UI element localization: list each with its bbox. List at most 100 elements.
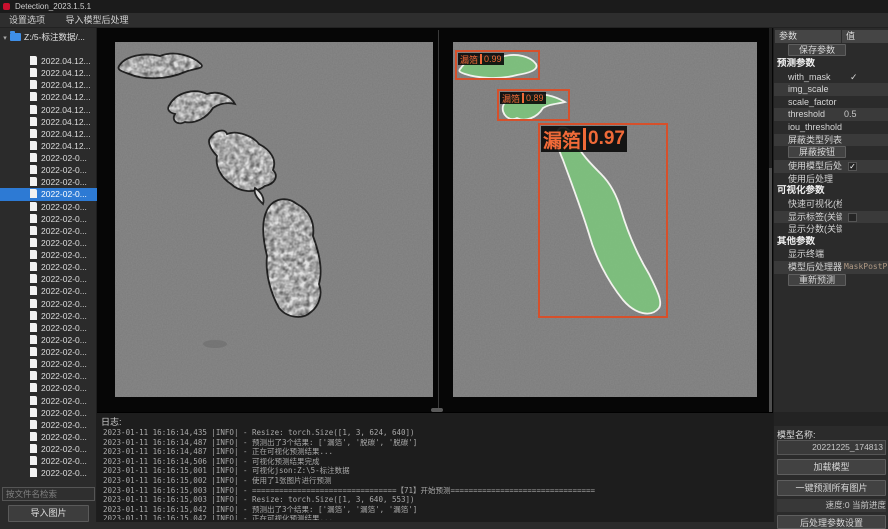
tree-file-item[interactable]: 2022-02-0... (0, 213, 97, 225)
tree-file-item[interactable]: 2022-02-0... (0, 188, 97, 200)
file-icon (30, 238, 37, 247)
tree-file-item[interactable]: 2022-02-0... (0, 443, 97, 455)
tree-file-item[interactable]: 2022-02-0... (0, 431, 97, 443)
load-model-button[interactable]: 加载模型 (777, 459, 886, 475)
tree-file-item[interactable]: 2022-02-0... (0, 370, 97, 382)
tree-file-item[interactable]: 2022-02-0... (0, 298, 97, 310)
param-row[interactable]: with_mask✓ (774, 71, 888, 84)
tree-file-item[interactable]: 2022-02-0... (0, 346, 97, 358)
tree-file-item[interactable]: 2022-02-0... (0, 237, 97, 249)
postprocess-params-button[interactable]: 后处理参数设置 (777, 515, 886, 529)
file-icon (30, 371, 37, 380)
detection-score: 0.89 (526, 93, 544, 103)
predict-all-button[interactable]: 一键预测所有图片 (777, 480, 886, 496)
file-icon (30, 68, 37, 77)
tree-file-item[interactable]: 2022.04.12... (0, 91, 97, 103)
tree-file-item[interactable]: 2022-02-0... (0, 455, 97, 467)
file-name: 2022-02-0... (41, 262, 87, 272)
mask-button[interactable]: 屏蔽按钮 (788, 146, 846, 158)
tree-file-item[interactable]: 2022.04.12... (0, 128, 97, 140)
image-viewer: 漏箔0.99 漏箔0.89 漏箔0.97 (97, 28, 773, 412)
tree-file-item[interactable]: 2022.04.12... (0, 79, 97, 91)
file-list: 2022.04.12...2022.04.12...2022.04.12...2… (0, 55, 97, 484)
tree-file-item[interactable]: 2022.04.12... (0, 55, 97, 67)
menu-item-import-postprocess[interactable]: 导入模型后处理 (57, 13, 138, 28)
param-row[interactable]: 显示标签(关键点) (774, 211, 888, 224)
tree-file-item[interactable]: 2022.04.12... (0, 140, 97, 152)
tree-file-item[interactable]: 2022-02-0... (0, 261, 97, 273)
param-label: 屏蔽类型列表 (774, 134, 842, 147)
param-row[interactable]: iou_threshold (774, 121, 888, 134)
param-row[interactable]: 显示终端 (774, 248, 888, 261)
tree-file-item[interactable]: 2022-02-0... (0, 164, 97, 176)
param-row[interactable]: 显示分数(关键点) (774, 223, 888, 236)
tree-file-item[interactable]: 2022-02-0... (0, 201, 97, 213)
check-mark-icon[interactable]: ✓ (850, 71, 858, 84)
param-label: img_scale (774, 83, 829, 96)
param-section-header: 可视化参数 (774, 185, 888, 198)
tree-file-item[interactable]: 2022-02-0... (0, 152, 97, 164)
postprocessor-value[interactable]: MaskPostPro (844, 261, 888, 274)
param-value[interactable]: 0.5 (844, 108, 857, 121)
tree-expander-icon[interactable]: ▾ (0, 32, 10, 44)
titlebar: Detection_2023.1.5.1 (0, 0, 888, 13)
vertical-scrollbar[interactable] (769, 28, 772, 412)
tree-file-item[interactable]: 2022-02-0... (0, 322, 97, 334)
file-name: 2022-02-0... (41, 371, 87, 381)
search-input[interactable] (2, 487, 95, 501)
detection-class: 漏箔 (543, 126, 581, 153)
model-name-field[interactable]: 20221225_174813 (777, 440, 886, 455)
tree-file-item[interactable]: 2022-02-0... (0, 382, 97, 394)
param-row[interactable]: threshold 0.5 (774, 108, 888, 121)
original-image-canvas[interactable] (115, 42, 433, 397)
param-row[interactable]: 快速可视化(检测) (774, 198, 888, 211)
vertical-scrollbar-handle[interactable] (769, 168, 772, 412)
file-icon (30, 420, 37, 429)
param-section-header: 其他参数 (774, 236, 888, 249)
param-row[interactable]: 模型后处理器MaskPostPro (774, 261, 888, 274)
param-row: 屏蔽按钮 (774, 146, 888, 160)
menu-item-settings[interactable]: 设置选项 (0, 13, 54, 28)
tree-file-item[interactable]: 2022-02-0... (0, 176, 97, 188)
tree-file-item[interactable]: 2022-02-0... (0, 395, 97, 407)
tree-file-item[interactable]: 2022-02-0... (0, 358, 97, 370)
file-icon (30, 141, 37, 150)
section-label: 预测参数 (774, 58, 815, 71)
tree-file-item[interactable]: 2022-02-0... (0, 225, 97, 237)
file-icon (30, 299, 37, 308)
tree-file-item[interactable]: 2022-02-0... (0, 273, 97, 285)
tree-file-item[interactable]: 2022-02-0... (0, 467, 97, 479)
tree-file-item[interactable]: 2022-02-0... (0, 310, 97, 322)
tree-root-folder[interactable]: ▾Z:/5-标注数据/... (0, 31, 97, 44)
param-row: 保存参数 (774, 44, 888, 58)
param-row[interactable]: scale_factor (774, 96, 888, 109)
tree-file-item[interactable]: 2022.04.12... (0, 104, 97, 116)
file-icon (30, 408, 37, 417)
file-name: 2022-02-0... (41, 153, 87, 163)
tree-file-item[interactable]: 2022.04.12... (0, 116, 97, 128)
tree-file-item[interactable]: 2022-02-0... (0, 285, 97, 297)
tree-file-item[interactable]: 2022-02-0... (0, 334, 97, 346)
param-row[interactable]: 屏蔽类型列表 (774, 134, 888, 147)
tree-file-item[interactable]: 2022-02-0... (0, 419, 97, 431)
checkbox-unchecked[interactable] (848, 213, 857, 222)
label-separator (522, 93, 524, 103)
file-icon (30, 117, 37, 126)
tree-file-item[interactable]: 2022-02-0... (0, 407, 97, 419)
file-icon (30, 153, 37, 162)
re-predict-button[interactable]: 重新预测 (788, 274, 846, 286)
save-params-button[interactable]: 保存参数 (788, 44, 846, 56)
tree-file-item[interactable]: 2022-02-0... (0, 249, 97, 261)
param-row[interactable]: img_scale (774, 83, 888, 96)
checkbox-checked[interactable]: ✓ (848, 162, 857, 171)
log-line: 2023-01-11 16:16:15,002 |INFO| - 使用了1张图片… (103, 476, 769, 486)
file-name: 2022-02-0... (41, 347, 87, 357)
file-icon (30, 202, 37, 211)
param-row[interactable]: 使用后处理 (774, 173, 888, 186)
file-name: 2022.04.12... (41, 105, 91, 115)
tree-file-item[interactable]: 2022.04.12... (0, 67, 97, 79)
param-label: threshold (774, 108, 825, 121)
param-row[interactable]: 使用模型后处理✓ (774, 160, 888, 173)
import-images-button[interactable]: 导入图片 (8, 505, 89, 522)
file-name: 2022-02-0... (41, 189, 87, 199)
